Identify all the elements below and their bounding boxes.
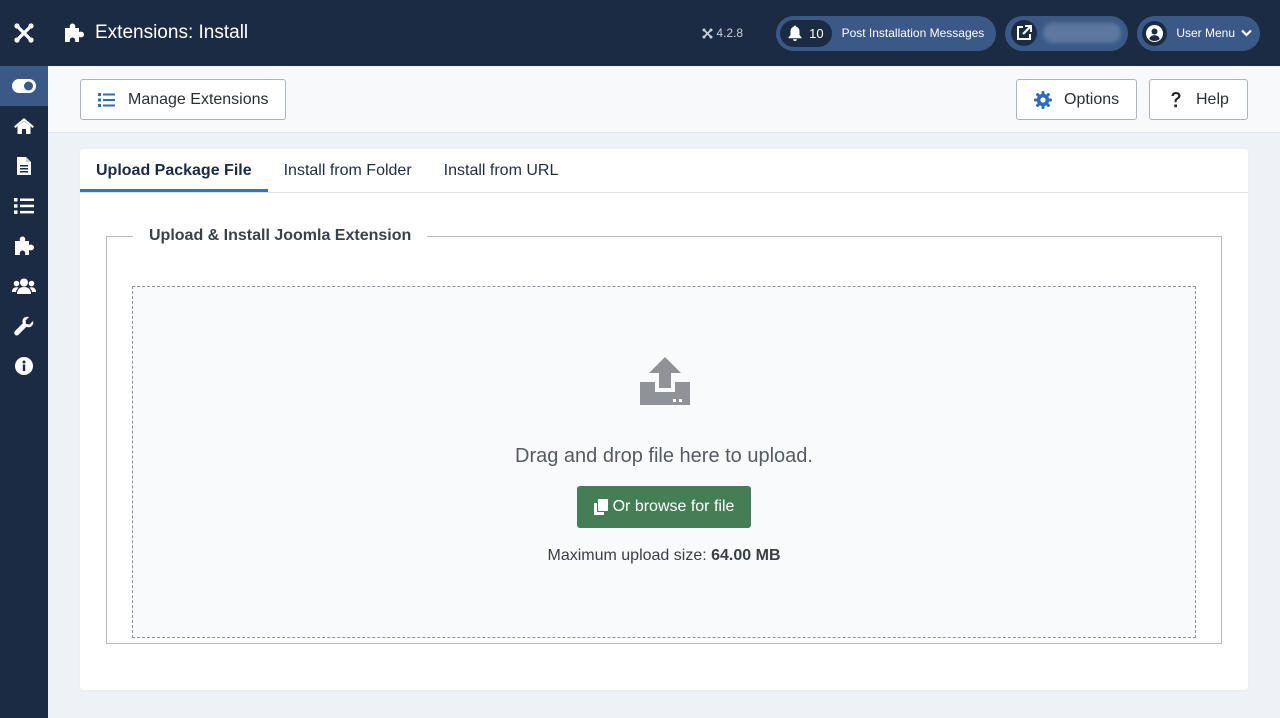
joomla-logo[interactable] [0, 0, 48, 66]
puzzle-icon [15, 236, 34, 255]
help-label: Help [1196, 90, 1229, 108]
upload-fieldset: Upload & Install Joomla Extension Drag a… [106, 227, 1222, 644]
upload-icon [640, 357, 690, 405]
sidebar-item-users[interactable] [0, 266, 48, 306]
tab-upload-package-file[interactable]: Upload Package File [80, 149, 268, 192]
options-button[interactable]: Options [1016, 79, 1137, 120]
user-circle-icon [1146, 24, 1164, 42]
chevron-down-icon [1241, 29, 1252, 37]
wrench-icon [14, 316, 34, 336]
joomla-icon [702, 28, 713, 38]
bell-icon [788, 25, 802, 41]
version-label: 4.2.8 [702, 26, 743, 40]
tab-install-from-url[interactable]: Install from URL [428, 149, 575, 192]
manage-extensions-label: Manage Extensions [128, 90, 269, 108]
list-icon [98, 92, 115, 107]
max-upload-size: Maximum upload size: 64.00 MB [133, 547, 1195, 565]
gear-icon [1034, 90, 1052, 109]
sidebar [0, 0, 48, 718]
sidebar-toggle[interactable] [0, 66, 48, 106]
question-icon [1171, 91, 1181, 107]
options-label: Options [1064, 90, 1120, 108]
install-tabs: Upload Package File Install from Folder … [80, 149, 1248, 193]
users-icon [12, 278, 36, 294]
info-icon [15, 357, 33, 375]
list-icon [14, 198, 34, 214]
messages-label: Post Installation Messages [841, 26, 985, 40]
home-icon [14, 118, 34, 134]
upload-dropzone[interactable]: Drag and drop file here to upload. Or br… [132, 286, 1196, 638]
sidebar-item-menus[interactable] [0, 186, 48, 226]
user-menu-button[interactable]: User Menu [1137, 15, 1260, 51]
sidebar-item-home[interactable] [0, 106, 48, 146]
max-upload-value: 64.00 MB [711, 547, 781, 564]
toolbar: Manage Extensions Options Help [48, 66, 1280, 133]
browse-file-label: Or browse for file [612, 498, 735, 515]
page-title: Extensions: Install [95, 22, 249, 43]
post-installation-messages-button[interactable]: 10 Post Installation Messages [776, 15, 997, 51]
messages-count: 10 [809, 25, 824, 41]
drag-drop-text: Drag and drop file here to upload. [515, 445, 813, 467]
browse-file-button[interactable]: Or browse for file [577, 486, 751, 528]
sidebar-item-content[interactable] [0, 146, 48, 186]
toggle-icon [12, 79, 36, 93]
file-icon [17, 157, 31, 175]
copy-icon [593, 499, 608, 515]
upload-legend: Upload & Install Joomla Extension [149, 227, 412, 244]
external-link-icon [1017, 25, 1033, 40]
sidebar-item-system[interactable] [0, 306, 48, 346]
header: Extensions: Install 4.2.8 10 Post Instal… [48, 0, 1280, 66]
puzzle-icon [65, 23, 84, 42]
user-menu-label: User Menu [1176, 26, 1235, 40]
sidebar-item-components[interactable] [0, 226, 48, 266]
install-card: Upload Package File Install from Folder … [80, 149, 1248, 690]
tab-install-from-folder[interactable]: Install from Folder [268, 149, 428, 192]
max-upload-label: Maximum upload size: [547, 547, 707, 564]
sidebar-item-info[interactable] [0, 346, 48, 386]
joomla-icon [14, 23, 34, 43]
avatar [1142, 20, 1168, 46]
help-button[interactable]: Help [1149, 79, 1248, 120]
site-icon-wrap [1011, 20, 1038, 46]
version-number: 4.2.8 [716, 26, 744, 40]
messages-badge: 10 [780, 19, 832, 47]
site-name-blurred [1043, 23, 1122, 43]
view-site-button[interactable] [1005, 15, 1129, 51]
manage-extensions-button[interactable]: Manage Extensions [80, 79, 286, 120]
